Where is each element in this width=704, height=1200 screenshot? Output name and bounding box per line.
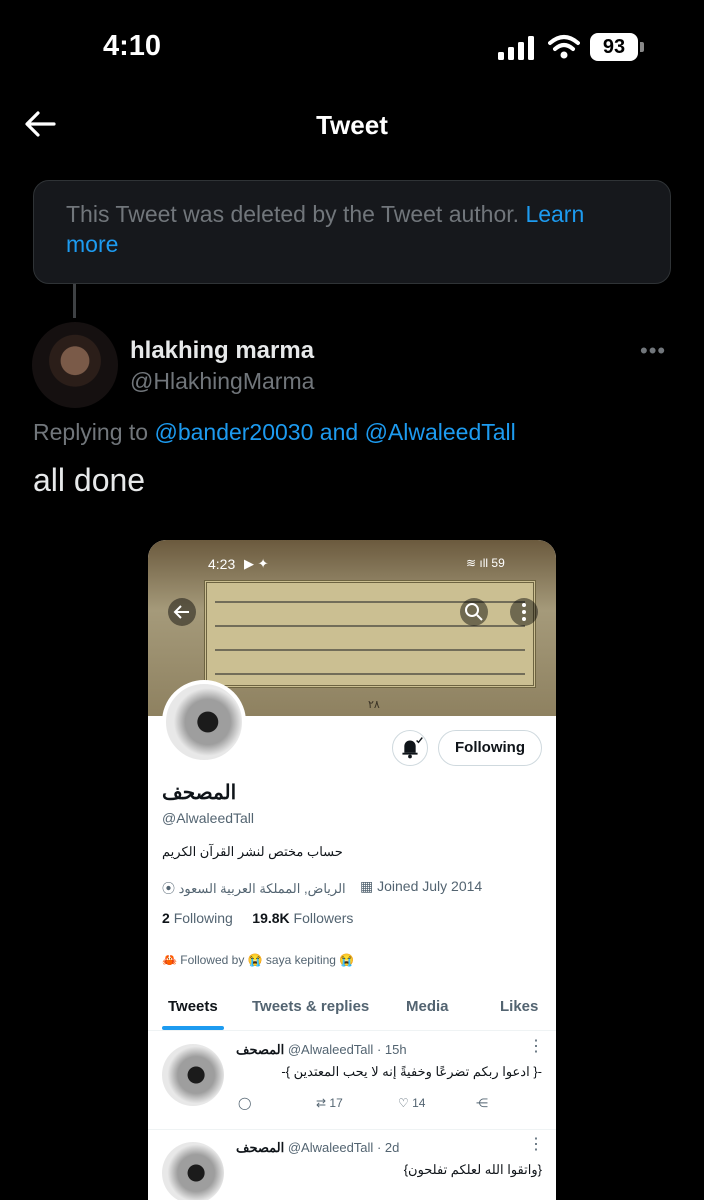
list-item: المصحف @AlwaleedTall · 2d ⋮ {واتقوا الله… (148, 1130, 556, 1200)
mention-and: and (319, 419, 359, 445)
profile-bio: حساب مختص لنشر القرآن الكريم (162, 844, 343, 859)
screenshot-status-time: 4:23 (208, 556, 236, 572)
calendar-icon: ▦ (360, 878, 378, 894)
location-pin-icon: ⦿ (162, 881, 179, 896)
screenshot-more-icon (510, 598, 538, 626)
mention-link-1[interactable]: @bander20030 (154, 419, 313, 445)
followers-label: Followers (293, 910, 354, 926)
deleted-notice-text: This Tweet was deleted by the Tweet auth… (66, 201, 520, 227)
profile-handle: @AlwaleedTall (162, 810, 255, 826)
tweet-text: all done (33, 462, 146, 498)
tweet-body: -{ ادعوا ربكم تضرعًا وخفيةً إنه لا يحب ا… (281, 1064, 542, 1079)
quran-page-image (204, 580, 536, 688)
author-handle[interactable]: @HlakhingMarma (130, 368, 314, 395)
tab-tweets: Tweets (168, 998, 218, 1015)
followers-count: 19.8K (252, 910, 290, 926)
page-title: Tweet (316, 110, 388, 140)
profile-avatar (162, 680, 246, 764)
reply-icon: ◯ (238, 1096, 252, 1110)
thread-connector (73, 284, 76, 318)
followed-by: 🦀 Followed by 😭 saya kepiting 😭 (162, 953, 354, 967)
replying-prefix: Replying to (33, 419, 149, 445)
like-icon: ♡ 14 (398, 1096, 426, 1110)
profile-name: المصحف (162, 782, 237, 804)
following-button: Following (438, 730, 542, 766)
tweet-more-icon: ⋮ (528, 1038, 544, 1055)
retweet-icon: ⇄ 17 (316, 1096, 343, 1110)
following-count: 2 (162, 910, 170, 926)
tweet-header: المصحف @AlwaleedTall · 2d (236, 1140, 400, 1155)
header-divider (0, 160, 704, 161)
tweet-header: المصحف @AlwaleedTall · 15h (236, 1042, 407, 1057)
cellular-signal-icon (498, 36, 534, 60)
attached-screenshot[interactable]: 4:23 ▶ ✦ ≋ ıll 59 ٢٨ Following المصحف @A… (148, 540, 556, 1200)
author-avatar[interactable] (32, 322, 118, 408)
tab-media: Media (406, 998, 449, 1015)
tab-tweets-replies: Tweets & replies (252, 998, 370, 1015)
screenshot-search-icon (460, 598, 488, 626)
list-item: المصحف @AlwaleedTall · 15h ⋮ -{ ادعوا رب… (148, 1032, 556, 1130)
followed-by-text: Followed by 😭 saya kepiting 😭 (180, 953, 355, 967)
screenshot-notification-icons: ▶ ✦ (244, 556, 269, 571)
share-icon: ⋲ (476, 1096, 488, 1110)
following-label: Following (173, 910, 233, 926)
status-time: 4:10 (103, 30, 162, 62)
tab-likes: Likes (500, 998, 539, 1015)
tabs-divider (148, 1030, 556, 1031)
profile-joined-text: Joined July 2014 (377, 878, 483, 894)
screenshot-battery: ≋ ıll 59 (466, 556, 505, 570)
tweet-body: {واتقوا الله لعلكم تفلحون} (403, 1162, 542, 1177)
tweet-avatar (162, 1044, 224, 1106)
profile-location-text: الرياض, المملكة العربية السعود (178, 881, 346, 896)
wifi-icon (548, 35, 580, 59)
retweet-count: 17 (329, 1096, 343, 1110)
followed-by-avatar-icon: 🦀 (162, 953, 181, 967)
battery-level: 93 (590, 33, 638, 61)
profile-location: ⦿ الرياض, المملكة العربية السعود (162, 878, 346, 897)
battery-icon: 93 (590, 33, 644, 61)
quran-page-number: ٢٨ (368, 699, 380, 711)
mention-link-2[interactable]: @AlwaleedTall (365, 419, 516, 445)
author-name[interactable]: hlakhing marma (130, 337, 314, 365)
tweet-avatar (162, 1142, 224, 1200)
like-count: 14 (412, 1096, 426, 1110)
replying-to: Replying to @bander20030 and @AlwaleedTa… (33, 419, 516, 446)
profile-stats: 2 Following 19.8K Followers (162, 910, 353, 926)
notification-bell-icon (392, 730, 428, 766)
screenshot-back-icon (168, 598, 196, 626)
tweet-more-icon: ⋮ (528, 1136, 544, 1153)
deleted-tweet-notice: This Tweet was deleted by the Tweet auth… (33, 180, 671, 284)
more-options-icon[interactable]: ••• (640, 338, 672, 363)
profile-joined: ▦ Joined July 2014 (360, 878, 482, 895)
